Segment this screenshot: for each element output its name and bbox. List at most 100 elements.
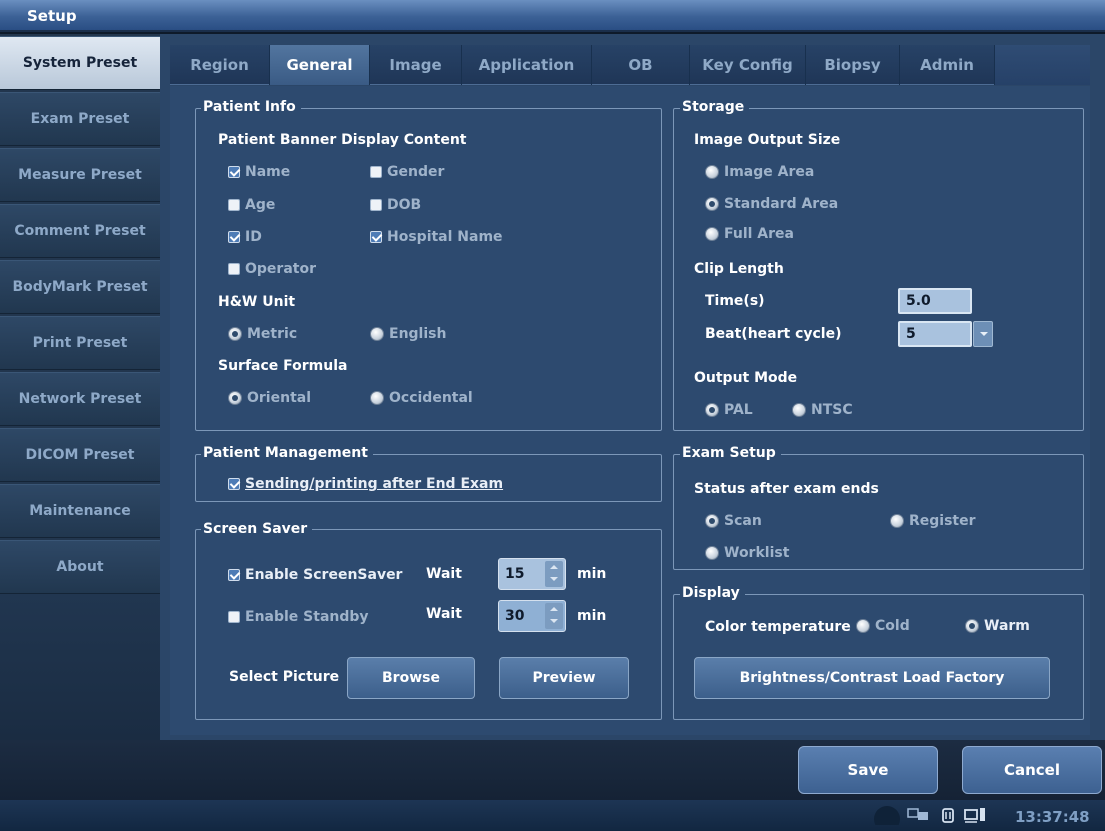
tab-region[interactable]: Region [170, 45, 270, 85]
sidebar-item-measure-preset[interactable]: Measure Preset [0, 148, 160, 202]
enable-standby-checkbox[interactable]: Enable Standby [228, 609, 369, 625]
radio-icon [370, 391, 384, 405]
radio-icon [890, 514, 904, 528]
gender-checkbox[interactable]: Gender [370, 164, 444, 180]
tab-general[interactable]: General [270, 45, 370, 85]
register-radio[interactable]: Register [890, 513, 976, 529]
pal-radio[interactable]: PAL [705, 402, 753, 418]
metric-label: Metric [247, 326, 298, 342]
dob-label: DOB [387, 197, 422, 213]
stepper-arrows-icon[interactable] [545, 603, 563, 629]
wait-label-screensaver: Wait [426, 566, 462, 582]
radio-icon [705, 546, 719, 560]
standby-wait-value: 30 [505, 608, 525, 624]
age-label: Age [245, 197, 276, 213]
screensaver-wait-value: 15 [505, 566, 525, 582]
radio-icon [705, 165, 719, 179]
storage-title: Storage [680, 99, 750, 115]
oriental-radio[interactable]: Oriental [228, 390, 311, 406]
window-title: Setup [27, 7, 77, 25]
network-icon[interactable] [906, 805, 932, 825]
enable-screensaver-checkbox[interactable]: Enable ScreenSaver [228, 567, 402, 583]
sidebar-item-dicom-preset[interactable]: DICOM Preset [0, 428, 160, 482]
gender-label: Gender [387, 164, 445, 180]
save-button[interactable]: Save [798, 746, 938, 794]
scan-radio[interactable]: Scan [705, 513, 762, 529]
preview-button[interactable]: Preview [499, 657, 629, 699]
occidental-radio[interactable]: Occidental [370, 390, 473, 406]
screen-saver-title: Screen Saver [201, 521, 313, 537]
sidebar-item-bodymark-preset[interactable]: BodyMark Preset [0, 260, 160, 314]
radio-icon [856, 619, 870, 633]
clip-length-title: Clip Length [694, 261, 784, 277]
sidebar-item-print-preset[interactable]: Print Preset [0, 316, 160, 370]
sidebar-filler [0, 594, 160, 740]
cold-radio[interactable]: Cold [856, 618, 910, 634]
standard-area-radio[interactable]: Standard Area [705, 196, 838, 212]
worklist-label: Worklist [724, 545, 790, 561]
checkbox-icon [228, 263, 240, 275]
standby-wait-stepper[interactable]: 30 [498, 600, 566, 632]
occidental-label: Occidental [389, 390, 473, 406]
tab-ob[interactable]: OB [592, 45, 690, 85]
indicator-circle-icon [874, 806, 900, 825]
patient-management-title: Patient Management [201, 445, 373, 461]
color-temperature-label: Color temperature [705, 619, 851, 635]
image-area-radio[interactable]: Image Area [705, 164, 814, 180]
tab-admin[interactable]: Admin [900, 45, 995, 85]
checkbox-icon [228, 199, 240, 211]
warm-radio[interactable]: Warm [965, 618, 1030, 634]
stepper-arrows-icon[interactable] [545, 561, 563, 587]
clock: 13:37:48 [1015, 808, 1090, 826]
english-radio[interactable]: English [370, 326, 446, 342]
tab-biopsy[interactable]: Biopsy [806, 45, 900, 85]
radio-icon [792, 403, 806, 417]
dob-checkbox[interactable]: DOB [370, 197, 421, 213]
time-input[interactable]: 5.0 [898, 288, 972, 314]
name-label: Name [245, 164, 291, 180]
printer-icon[interactable] [962, 805, 988, 825]
checkbox-icon [228, 611, 240, 623]
surface-formula-title: Surface Formula [218, 358, 348, 374]
sidebar-item-system-preset[interactable]: System Preset [0, 36, 160, 90]
screensaver-wait-stepper[interactable]: 15 [498, 558, 566, 590]
tab-bar: Region General Image Application OB Key … [170, 45, 1090, 85]
hospital-name-checkbox[interactable]: Hospital Name [370, 229, 503, 245]
trash-icon[interactable] [938, 805, 958, 825]
tab-key-config[interactable]: Key Config [690, 45, 806, 85]
sidebar-item-exam-preset[interactable]: Exam Preset [0, 92, 160, 146]
sidebar-item-about[interactable]: About [0, 540, 160, 594]
scan-label: Scan [724, 513, 762, 529]
exam-setup-title: Exam Setup [680, 445, 781, 461]
tab-image[interactable]: Image [370, 45, 462, 85]
full-area-radio[interactable]: Full Area [705, 226, 794, 242]
radio-icon [370, 327, 384, 341]
chevron-down-icon[interactable] [973, 321, 993, 347]
tab-bar-filler [995, 45, 1090, 85]
checkbox-icon [370, 166, 382, 178]
ntsc-radio[interactable]: NTSC [792, 402, 853, 418]
tab-application[interactable]: Application [462, 45, 592, 85]
id-checkbox[interactable]: ID [228, 229, 262, 245]
age-checkbox[interactable]: Age [228, 197, 275, 213]
min-label-standby: min [577, 608, 607, 624]
sidebar-item-maintenance[interactable]: Maintenance [0, 484, 160, 538]
hw-unit-title: H&W Unit [218, 294, 296, 310]
beat-select[interactable]: 5 [898, 321, 972, 347]
operator-label: Operator [245, 261, 316, 277]
metric-radio[interactable]: Metric [228, 326, 297, 342]
english-label: English [389, 326, 447, 342]
title-bar: Setup [0, 0, 1105, 32]
sidebar-item-comment-preset[interactable]: Comment Preset [0, 204, 160, 258]
browse-button[interactable]: Browse [347, 657, 475, 699]
sending-printing-checkbox[interactable]: Sending/printing after End Exam [228, 476, 503, 492]
sidebar-item-network-preset[interactable]: Network Preset [0, 372, 160, 426]
brightness-contrast-load-factory-button[interactable]: Brightness/Contrast Load Factory [694, 657, 1050, 699]
worklist-radio[interactable]: Worklist [705, 545, 789, 561]
cancel-button[interactable]: Cancel [962, 746, 1102, 794]
operator-checkbox[interactable]: Operator [228, 261, 316, 277]
id-label: ID [245, 229, 262, 245]
name-checkbox[interactable]: Name [228, 164, 290, 180]
patient-banner-title: Patient Banner Display Content [218, 132, 467, 148]
time-label: Time(s) [705, 293, 765, 309]
